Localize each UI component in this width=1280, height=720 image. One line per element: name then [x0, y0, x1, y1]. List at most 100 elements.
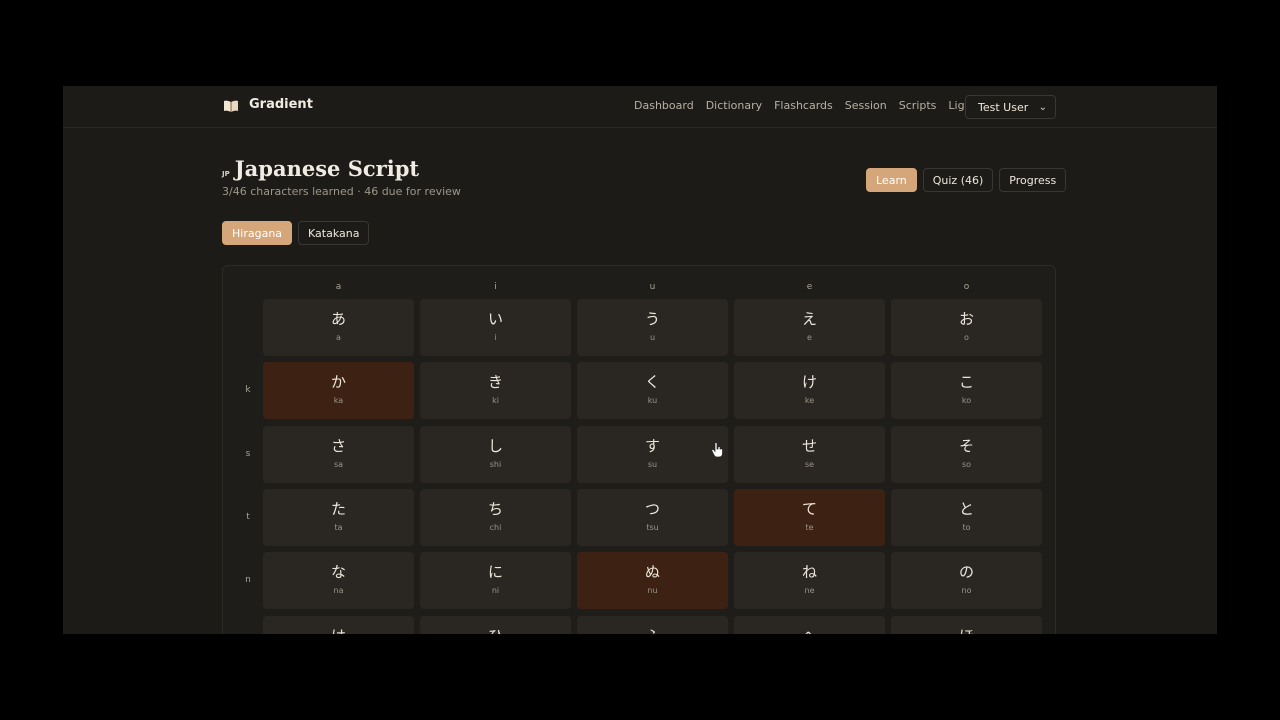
kana-cell-te[interactable]: て te — [734, 489, 885, 546]
kana-cell-e[interactable]: えe — [734, 299, 885, 356]
kana-cell-so[interactable]: そ so — [891, 426, 1042, 483]
kana-romaji: na — [333, 586, 344, 595]
kana-romaji: chi — [489, 523, 502, 532]
mouse-pointer-icon — [711, 442, 723, 458]
kana-character: し — [487, 437, 503, 455]
tab-katakana[interactable]: Katakana — [298, 221, 370, 245]
row-header-s: s — [245, 449, 251, 459]
tab-hiragana[interactable]: Hiragana — [222, 221, 293, 245]
book-icon — [223, 98, 239, 112]
kana-character: へ — [734, 626, 885, 634]
page-title: Japanese Script — [234, 156, 420, 181]
kana-character: に — [487, 563, 503, 581]
kana-romaji: e — [807, 333, 812, 342]
kana-cell-ku[interactable]: く ku — [577, 362, 728, 419]
brand-name: Gradient — [249, 97, 313, 112]
kana-cell-fu[interactable]: ふfu — [577, 616, 728, 634]
kana-cell-to[interactable]: と to — [891, 489, 1042, 546]
kana-cell-ki[interactable]: き ki — [420, 362, 571, 419]
column-header-i: i — [494, 282, 497, 292]
kana-romaji: nu — [647, 586, 658, 595]
learn-button[interactable]: Learn — [866, 168, 917, 192]
kana-cell-i[interactable]: いi — [420, 299, 571, 356]
page-header: JP Japanese Script 3/46 characters learn… — [222, 156, 461, 198]
kana-character: と — [958, 500, 974, 518]
kana-character: ふ — [577, 626, 728, 634]
kana-cell-sa[interactable]: さ sa — [263, 426, 414, 483]
kana-cell-su[interactable]: す su — [577, 426, 728, 483]
row-header-t: t — [246, 512, 250, 522]
kana-cell-u[interactable]: うu — [577, 299, 728, 356]
kana-romaji: te — [805, 523, 814, 532]
kana-cell-ni[interactable]: に ni — [420, 552, 571, 609]
kana-cell-ho[interactable]: ほho — [891, 616, 1042, 634]
kana-character: ち — [487, 500, 503, 518]
top-navigation-bar: Gradient Dashboard Dictionary Flashcards… — [63, 86, 1217, 128]
kana-romaji: so — [961, 460, 972, 469]
kana-cell-ko[interactable]: こ ko — [891, 362, 1042, 419]
nav-dictionary[interactable]: Dictionary — [706, 99, 762, 112]
kana-romaji: ke — [804, 396, 815, 405]
kana-character: さ — [330, 437, 346, 455]
kana-cell-chi[interactable]: ち chi — [420, 489, 571, 546]
app-window: Gradient Dashboard Dictionary Flashcards… — [63, 86, 1217, 634]
kana-romaji: ta — [334, 523, 343, 532]
quiz-button[interactable]: Quiz (46) — [922, 168, 994, 192]
brand[interactable]: Gradient — [223, 97, 313, 112]
row-header-n: n — [245, 575, 251, 585]
kana-character: か — [330, 373, 346, 391]
kana-romaji: no — [961, 586, 972, 595]
kana-cell-na[interactable]: な na — [263, 552, 414, 609]
kana-romaji: ki — [492, 396, 499, 405]
script-tabs: Hiragana Katakana — [222, 221, 370, 245]
kana-romaji: to — [962, 523, 971, 532]
kana-character: つ — [644, 500, 660, 518]
nav-session[interactable]: Session — [845, 99, 887, 112]
kana-romaji: se — [804, 460, 815, 469]
kana-romaji: u — [649, 333, 656, 342]
page-subtitle: 3/46 characters learned · 46 due for rev… — [222, 185, 461, 198]
kana-cell-ta[interactable]: た ta — [263, 489, 414, 546]
kana-cell-he[interactable]: へhe — [734, 616, 885, 634]
kana-character: そ — [958, 437, 974, 455]
kana-cell-hi[interactable]: ひhi — [420, 616, 571, 634]
kana-romaji: ka — [333, 396, 344, 405]
kana-cell-ka[interactable]: か ka — [263, 362, 414, 419]
kana-romaji: ni — [491, 586, 500, 595]
kana-romaji: sa — [333, 460, 344, 469]
kana-cell-shi[interactable]: し shi — [420, 426, 571, 483]
kana-romaji: shi — [489, 460, 502, 469]
kana-character: ね — [801, 563, 817, 581]
main-nav: Dashboard Dictionary Flashcards Session … — [634, 99, 976, 112]
kana-character: た — [330, 500, 346, 518]
column-header-o: o — [963, 282, 970, 292]
nav-flashcards[interactable]: Flashcards — [774, 99, 833, 112]
nav-dashboard[interactable]: Dashboard — [634, 99, 694, 112]
kana-cell-ke[interactable]: け ke — [734, 362, 885, 419]
kana-cell-ha[interactable]: はha — [263, 616, 414, 634]
kana-cell-se[interactable]: せ se — [734, 426, 885, 483]
kana-character: う — [644, 310, 660, 328]
kana-cell-no[interactable]: の no — [891, 552, 1042, 609]
row-header-k: k — [245, 385, 251, 395]
kana-romaji: i — [494, 333, 497, 342]
chevron-down-icon: ⌄ — [1038, 101, 1047, 113]
kana-romaji: su — [647, 460, 658, 469]
kana-character: け — [801, 373, 817, 391]
kana-character: せ — [801, 437, 817, 455]
kana-cell-nu[interactable]: ぬ nu — [577, 552, 728, 609]
kana-cell-ne[interactable]: ね ne — [734, 552, 885, 609]
kana-cell-o[interactable]: おo — [891, 299, 1042, 356]
user-select[interactable]: Test User ⌄ — [965, 95, 1056, 119]
kana-character: こ — [958, 373, 974, 391]
kana-character: え — [801, 310, 817, 328]
kana-cell-tsu[interactable]: つ tsu — [577, 489, 728, 546]
kana-romaji: ne — [804, 586, 815, 595]
progress-button[interactable]: Progress — [999, 168, 1067, 192]
kana-cell-a[interactable]: あa — [263, 299, 414, 356]
kana-romaji: a — [336, 333, 341, 342]
jp-badge: JP — [222, 170, 230, 178]
kana-character: す — [644, 437, 660, 455]
kana-romaji: o — [964, 333, 969, 342]
nav-scripts[interactable]: Scripts — [899, 99, 937, 112]
